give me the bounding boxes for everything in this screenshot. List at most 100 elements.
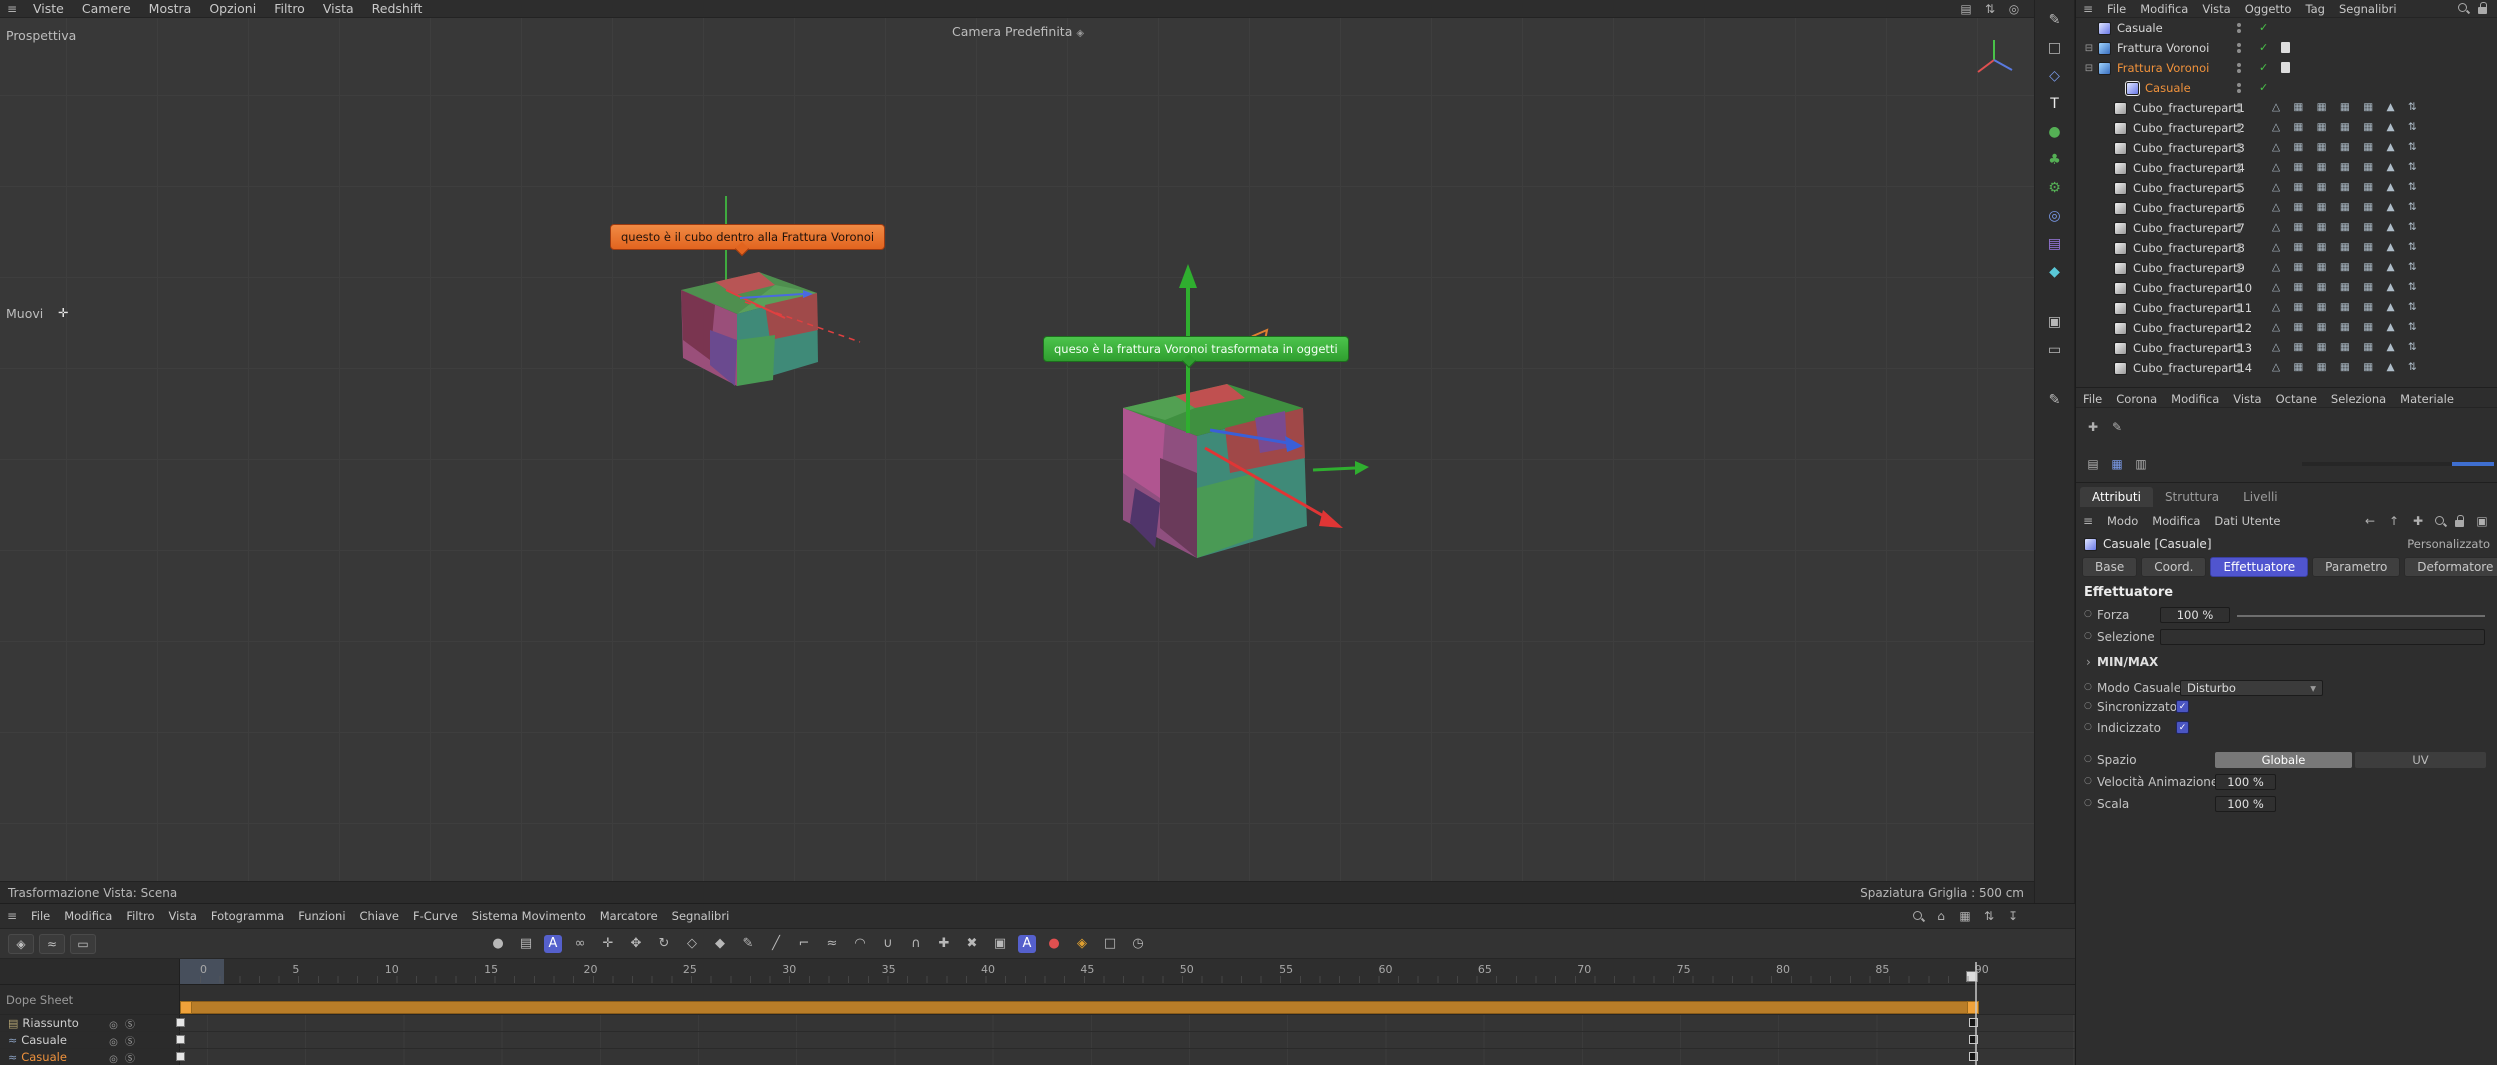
track-lane[interactable] — [176, 1015, 2075, 1031]
modo-casuale-dropdown[interactable]: Disturbo ▾ — [2180, 680, 2323, 696]
tag-icon[interactable] — [2281, 42, 2290, 53]
object-row[interactable]: Cubo_fracturepart11 △ ▦ ▦ ▦ ▦ ▲ ⇅ — [2076, 298, 2497, 318]
tl-menu-funzioni[interactable]: Funzioni — [291, 909, 352, 923]
display-filter-icon[interactable]: ▭ — [2040, 338, 2070, 362]
spazio-globale-button[interactable]: Globale — [2215, 752, 2352, 768]
visibility-dots[interactable] — [2237, 261, 2241, 275]
visibility-dots[interactable] — [2237, 321, 2241, 335]
anim-dot-icon[interactable]: ○ — [2084, 609, 2092, 619]
tab-parametro[interactable]: Parametro — [2312, 557, 2401, 577]
anim-dot-icon[interactable]: ○ — [2084, 798, 2092, 808]
object-row[interactable]: Cubo_fracturepart2 △ ▦ ▦ ▦ ▦ ▲ ⇅ — [2076, 118, 2497, 138]
tab-effettuatore[interactable]: Effettuatore — [2210, 557, 2309, 577]
expand-toggle[interactable]: ⊟ — [2082, 43, 2096, 54]
track-toggle-icons[interactable]: ◎ Ⓢ — [109, 1016, 137, 1031]
scale-key-icon[interactable]: ✥ — [626, 934, 646, 954]
compact-view-icon[interactable]: ▥ — [2132, 456, 2150, 472]
folder-icon[interactable]: ▤ — [8, 1017, 18, 1030]
edges-mode-icon[interactable]: ♣ — [2040, 148, 2070, 172]
lock-icon[interactable] — [2478, 2, 2489, 15]
expand-toggle[interactable]: ⊟ — [2082, 63, 2096, 74]
menu-camere[interactable]: Camere — [73, 1, 140, 16]
material-scrollbar-track[interactable] — [2302, 462, 2452, 466]
tag-strip-icons[interactable]: △ ▦ ▦ ▦ ▦ ▲ ⇅ — [2272, 261, 2489, 273]
camera-lock-icon[interactable]: ▣ — [2040, 310, 2070, 334]
parameter-key-icon[interactable]: ◇ — [682, 934, 702, 954]
om-menu-icon[interactable]: ≡ — [2079, 1, 2097, 17]
menu-redshift[interactable]: Redshift — [363, 1, 432, 16]
visibility-dots[interactable] — [2237, 241, 2241, 255]
ease-out-icon[interactable]: ∪ — [878, 934, 898, 954]
om-menu-oggetto[interactable]: Oggetto — [2238, 2, 2299, 16]
enabled-check-icon[interactable]: ✓ — [2259, 81, 2268, 94]
anim-dot-icon[interactable]: ○ — [2084, 776, 2092, 786]
grid-icon[interactable]: ▣ — [2473, 513, 2491, 529]
enabled-check-icon[interactable]: ✓ — [2259, 41, 2268, 54]
timeline-ruler[interactable]: 0 5 10 15 20 25 30 35 40 45 50 55 60 65 … — [0, 959, 2075, 985]
swap-layout-icon[interactable]: ⇅ — [1981, 1, 1999, 17]
menu-viste[interactable]: Viste — [24, 1, 73, 16]
add-icon[interactable]: ✚ — [2409, 513, 2427, 529]
visibility-dots[interactable] — [2237, 281, 2241, 295]
mat-menu-modifica[interactable]: Modifica — [2164, 392, 2226, 406]
object-row[interactable]: Cubo_fracturepart9 △ ▦ ▦ ▦ ▦ ▲ ⇅ — [2076, 258, 2497, 278]
velocita-input[interactable]: 100 % — [2215, 774, 2276, 790]
add-key-icon[interactable]: ✚ — [934, 934, 954, 954]
tag-strip-icons[interactable]: △ ▦ ▦ ▦ ▦ ▲ ⇅ — [2272, 321, 2489, 333]
motion-mode-icon[interactable]: ▭ — [70, 933, 96, 954]
object-row[interactable]: Casuale ✓ — [2076, 18, 2497, 38]
visibility-dots[interactable] — [2237, 21, 2241, 35]
menu-vista[interactable]: Vista — [314, 1, 363, 16]
visibility-dots[interactable] — [2237, 101, 2241, 115]
pin-icon[interactable]: ◎ — [2005, 1, 2023, 17]
tl-menu-segnalibri[interactable]: Segnalibri — [665, 909, 737, 923]
object-track-icon[interactable]: ≈ — [8, 1051, 17, 1064]
menu-opzioni[interactable]: Opzioni — [200, 1, 265, 16]
auto-key-icon[interactable]: A — [544, 934, 562, 953]
delete-key-icon[interactable]: ✖ — [962, 934, 982, 954]
tl-menu-modifica[interactable]: Modifica — [57, 909, 119, 923]
position-key-icon[interactable]: ✛ — [598, 934, 618, 954]
object-row[interactable]: ⊟ Frattura Voronoi ✓ — [2076, 58, 2497, 78]
mat-menu-seleziona[interactable]: Seleziona — [2324, 392, 2393, 406]
parent-up-icon[interactable]: ↑ — [2385, 513, 2403, 529]
visibility-dots[interactable] — [2237, 341, 2241, 355]
points-mode-icon[interactable]: ● — [2040, 120, 2070, 144]
tl-menu-sistema-movimento[interactable]: Sistema Movimento — [465, 909, 593, 923]
tab-base[interactable]: Base — [2082, 557, 2138, 577]
magnet-snap-icon[interactable]: ∩ — [906, 934, 926, 954]
tag-strip-icons[interactable]: △ ▦ ▦ ▦ ▦ ▲ ⇅ — [2272, 161, 2489, 173]
save-icon[interactable]: ↧ — [2004, 908, 2022, 924]
mat-menu-corona[interactable]: Corona — [2109, 392, 2164, 406]
viewport-solo-icon[interactable]: ▤ — [2040, 232, 2070, 256]
om-menu-file[interactable]: File — [2100, 2, 2133, 16]
tag-strip-icons[interactable]: △ ▦ ▦ ▦ ▦ ▲ ⇅ — [2272, 301, 2489, 313]
mat-menu-vista[interactable]: Vista — [2226, 392, 2268, 406]
grid-view-icon[interactable]: ▦ — [2108, 456, 2126, 472]
keyframe[interactable] — [176, 1052, 185, 1061]
grid-icon[interactable]: ▦ — [1956, 908, 1974, 924]
forza-slider[interactable] — [2237, 615, 2485, 617]
object-row[interactable]: Cubo_fracturepart12 △ ▦ ▦ ▦ ▦ ▲ ⇅ — [2076, 318, 2497, 338]
link-selection-icon[interactable]: ∞ — [570, 934, 590, 954]
tl-menu-fcurve[interactable]: F-Curve — [406, 909, 465, 923]
layers-icon[interactable]: ▤ — [516, 934, 536, 954]
object-row[interactable]: Cubo_fracturepart14 △ ▦ ▦ ▦ ▦ ▲ ⇅ — [2076, 358, 2497, 378]
key-icon[interactable]: ◈ — [1072, 934, 1092, 954]
lock-icon[interactable] — [2455, 514, 2466, 528]
anim-dot-icon[interactable]: ○ — [2084, 701, 2092, 711]
visibility-dots[interactable] — [2237, 301, 2241, 315]
pen-icon[interactable]: ✎ — [738, 934, 758, 954]
track-lane[interactable] — [176, 1049, 2075, 1065]
tag-strip-icons[interactable]: △ ▦ ▦ ▦ ▦ ▲ ⇅ — [2272, 101, 2489, 113]
tag-strip-icons[interactable]: △ ▦ ▦ ▦ ▦ ▲ ⇅ — [2272, 201, 2489, 213]
tab-deformatore[interactable]: Deformatore — [2404, 557, 2497, 577]
object-row[interactable]: Cubo_fracturepart8 △ ▦ ▦ ▦ ▦ ▲ ⇅ — [2076, 238, 2497, 258]
search-icon[interactable] — [2434, 515, 2447, 528]
make-editable-icon[interactable]: ✎ — [2040, 8, 2070, 32]
ease-in-icon[interactable]: ◠ — [850, 934, 870, 954]
mat-menu-octane[interactable]: Octane — [2269, 392, 2324, 406]
fcurve-mode-icon[interactable]: ≈ — [39, 933, 65, 954]
rotation-key-icon[interactable]: ↻ — [654, 934, 674, 954]
object-track-icon[interactable]: ≈ — [8, 1034, 17, 1047]
